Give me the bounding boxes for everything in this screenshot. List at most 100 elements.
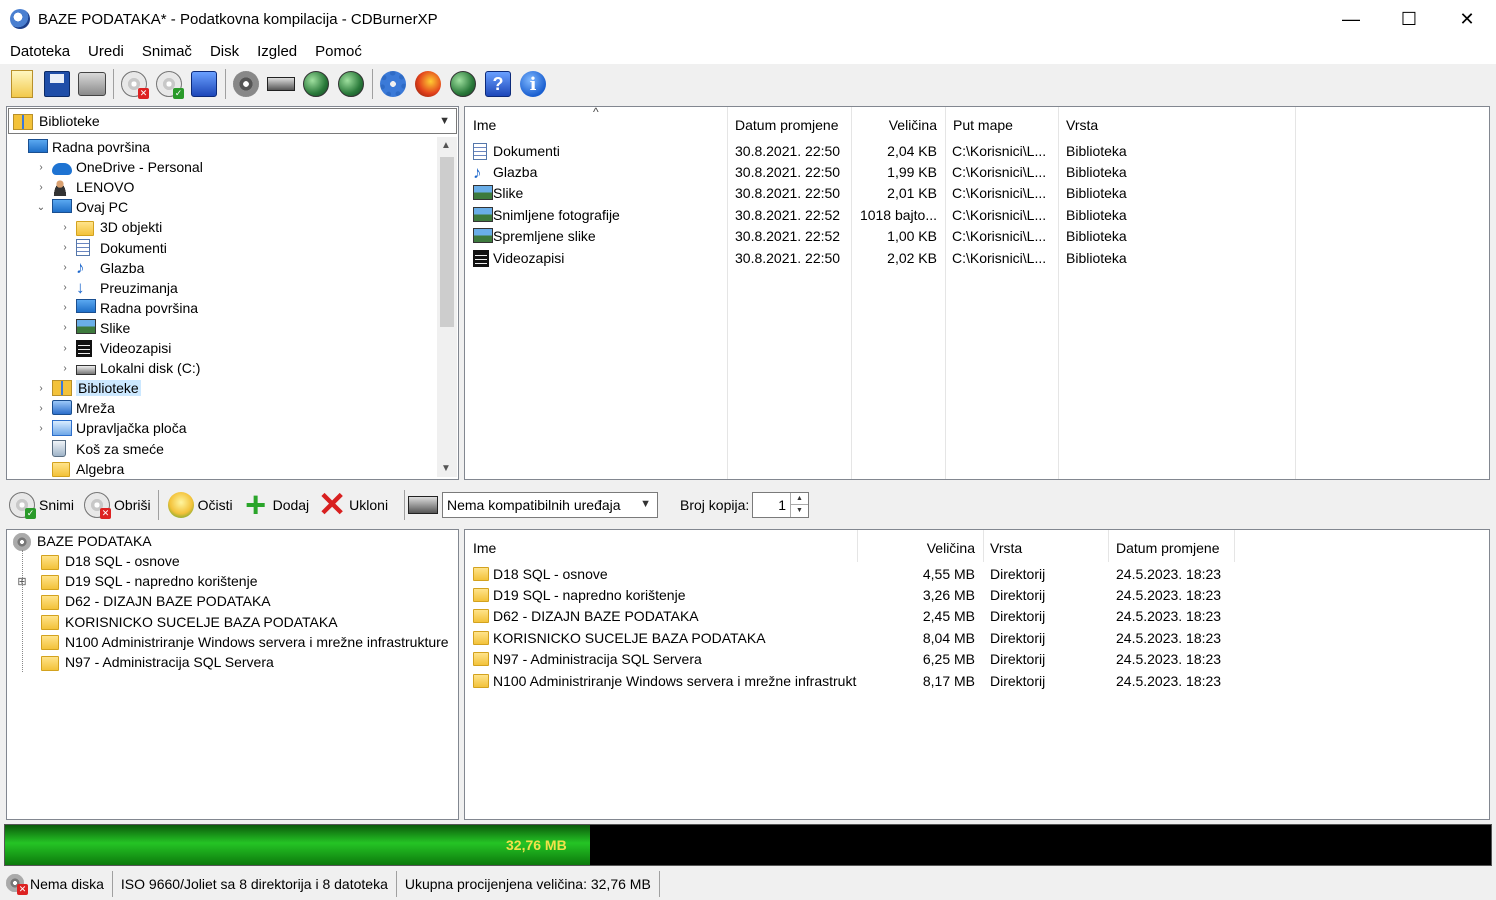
- menu-izgled[interactable]: Izgled: [248, 43, 306, 60]
- tree-item[interactable]: › ♪ Glazba: [60, 258, 144, 278]
- scrollbar-thumb[interactable]: [440, 157, 454, 327]
- minimize-button[interactable]: —: [1322, 0, 1380, 38]
- compilation-row[interactable]: D19 SQL - napredno korištenje 3,26 MB Dire…: [465, 584, 1489, 605]
- compilation-row[interactable]: D62 - DIZAJN BAZE PODATAKA 2,45 MB Direkto…: [465, 606, 1489, 627]
- compilation-tree-item[interactable]: N97 - Administracija SQL Servera: [17, 652, 274, 672]
- tree-expander-icon[interactable]: ›: [60, 282, 70, 293]
- column-header-name[interactable]: Ime: [473, 530, 496, 562]
- tree-expander-icon[interactable]: ›: [60, 222, 70, 233]
- tree-item[interactable]: › Lokalni disk (C:): [60, 358, 200, 378]
- tree-item[interactable]: › Dokumenti: [60, 238, 167, 258]
- tree-item[interactable]: › Slike: [60, 318, 130, 338]
- drive-button[interactable]: [265, 68, 297, 100]
- tree-expander-icon[interactable]: ›: [36, 403, 46, 414]
- column-header-size[interactable]: Veličina: [859, 530, 975, 562]
- burn-compilation-button[interactable]: ✓ Snimi: [4, 488, 77, 522]
- menu-pomoc[interactable]: Pomoć: [306, 43, 371, 60]
- save-button[interactable]: [41, 68, 73, 100]
- tree-item[interactable]: › Upravljačka ploča: [36, 418, 187, 438]
- column-header-date[interactable]: Datum promjene: [735, 107, 839, 139]
- tree-expander-icon[interactable]: ⌄: [36, 202, 46, 213]
- compilation-tree-item[interactable]: N100 Administriranje Windows servera i m…: [17, 632, 449, 652]
- tree-expander-icon[interactable]: ›: [36, 423, 46, 434]
- firefox-button[interactable]: [412, 68, 444, 100]
- location-combo[interactable]: Biblioteke ▼: [8, 108, 457, 134]
- erase-button[interactable]: ✕ Obriši: [79, 488, 154, 522]
- compilation-row[interactable]: N100 Administriranje Windows servera i m…: [465, 670, 1489, 691]
- eject-button[interactable]: [188, 68, 220, 100]
- clean-button[interactable]: Očisti: [163, 488, 236, 522]
- file-row[interactable]: ♪ Glazba 30.8.2021. 22:50 1,99 KB C:\Korisni…: [465, 161, 1489, 182]
- column-header-type[interactable]: Vrsta: [1066, 107, 1098, 139]
- print-button[interactable]: [76, 68, 108, 100]
- tree-item[interactable]: › Videozapisi: [60, 338, 171, 358]
- info-button[interactable]: i: [517, 68, 549, 100]
- tree-item[interactable]: › 3D objekti: [60, 217, 162, 237]
- tree-expander-icon[interactable]: ›: [60, 363, 70, 374]
- compilation-row[interactable]: N97 - Administracija SQL Servera 6,25 MB D…: [465, 649, 1489, 670]
- settings-button[interactable]: [377, 68, 409, 100]
- tree-item[interactable]: › Biblioteke: [36, 378, 141, 398]
- tree-item[interactable]: Radna površina: [12, 137, 150, 157]
- copies-value[interactable]: 1: [778, 497, 786, 513]
- add-button[interactable]: + Dodaj: [238, 487, 313, 523]
- help-button[interactable]: ?: [482, 68, 514, 100]
- burn-button[interactable]: [335, 68, 367, 100]
- tree-expander-icon[interactable]: ›: [36, 162, 46, 173]
- scroll-up-icon[interactable]: ▲: [441, 140, 451, 151]
- erase-disc-button[interactable]: ✕: [118, 68, 150, 100]
- maximize-button[interactable]: ☐: [1380, 0, 1438, 38]
- tree-expander-icon[interactable]: ›: [60, 343, 70, 354]
- column-header-type[interactable]: Vrsta: [990, 530, 1022, 562]
- compilation-tree-item[interactable]: D18 SQL - osnove: [17, 551, 180, 571]
- remove-button[interactable]: ✕ Ukloni: [314, 488, 391, 522]
- file-row[interactable]: Spremljene slike 30.8.2021. 22:52 1,00 KB C…: [465, 226, 1489, 247]
- new-file-button[interactable]: [6, 68, 38, 100]
- tree-item[interactable]: › LENOVO: [36, 177, 134, 197]
- menu-disk[interactable]: Disk: [201, 43, 248, 60]
- tree-expander-icon[interactable]: ›: [60, 302, 70, 313]
- tree-item[interactable]: › OneDrive - Personal: [36, 157, 203, 177]
- tree-item[interactable]: › ↓ Preuzimanja: [60, 278, 178, 298]
- tree-item[interactable]: › Mreža: [36, 398, 115, 418]
- column-header-name[interactable]: Ime: [473, 107, 496, 139]
- tree-expander-icon[interactable]: ›: [60, 242, 70, 253]
- compilation-tree-item[interactable]: D62 - DIZAJN BAZE PODATAKA: [17, 591, 271, 611]
- stepper-up-icon[interactable]: ▲: [791, 493, 808, 504]
- file-row[interactable]: Dokumenti 30.8.2021. 22:50 2,04 KB C:\Koris…: [465, 140, 1489, 161]
- disc-info-button[interactable]: [230, 68, 262, 100]
- verify-disc-button[interactable]: ✓: [153, 68, 185, 100]
- refresh-button[interactable]: [300, 68, 332, 100]
- menu-snimac[interactable]: Snimač: [133, 43, 201, 60]
- stepper-buttons[interactable]: ▲ ▼: [790, 493, 808, 517]
- tree-scrollbar[interactable]: ▲ ▼: [437, 137, 457, 477]
- tree-item[interactable]: Koš za smeće: [36, 439, 164, 459]
- file-row[interactable]: Videozapisi 30.8.2021. 22:50 2,02 KB C:\Kor…: [465, 247, 1489, 268]
- compilation-row[interactable]: KORISNICKO SUCELJE BAZA PODATAKA 8,04 MB D…: [465, 627, 1489, 648]
- tree-expander-icon[interactable]: ›: [36, 182, 46, 193]
- column-header-path[interactable]: Put mape: [953, 107, 1013, 139]
- menu-uredi[interactable]: Uredi: [79, 43, 133, 60]
- compilation-root[interactable]: BAZE PODATAKA: [13, 531, 152, 551]
- tree-expander-icon[interactable]: ›: [60, 322, 70, 333]
- tree-expander-icon[interactable]: ⊞: [17, 575, 27, 588]
- compilation-row[interactable]: D18 SQL - osnove 4,55 MB Direktorij 24.5.20…: [465, 563, 1489, 584]
- stepper-down-icon[interactable]: ▼: [791, 504, 808, 516]
- close-button[interactable]: ✕: [1438, 0, 1496, 38]
- web-button[interactable]: [447, 68, 479, 100]
- tree-expander-icon[interactable]: ›: [36, 383, 46, 394]
- copies-stepper[interactable]: 1 ▲ ▼: [752, 492, 809, 518]
- scroll-down-icon[interactable]: ▼: [441, 463, 451, 474]
- file-row[interactable]: Slike 30.8.2021. 22:50 2,01 KB C:\Korisnici…: [465, 183, 1489, 204]
- tree-item[interactable]: › Radna površina: [60, 298, 198, 318]
- file-row[interactable]: Snimljene fotografije 30.8.2021. 22:52 101…: [465, 204, 1489, 225]
- menu-datoteka[interactable]: Datoteka: [0, 43, 79, 60]
- compilation-tree-item[interactable]: KORISNICKO SUCELJE BAZA PODATAKA: [17, 612, 338, 632]
- compilation-tree-item[interactable]: ⊞ D19 SQL - napredno korištenje: [17, 571, 257, 591]
- tree-expander-icon[interactable]: ›: [60, 262, 70, 273]
- device-select[interactable]: Nema kompatibilnih uređaja ▼: [442, 492, 658, 518]
- column-header-date[interactable]: Datum promjene: [1116, 530, 1220, 562]
- tree-item[interactable]: Algebra: [36, 459, 124, 477]
- tree-item[interactable]: ⌄ Ovaj PC: [36, 197, 128, 217]
- column-header-size[interactable]: Veličina: [851, 107, 937, 139]
